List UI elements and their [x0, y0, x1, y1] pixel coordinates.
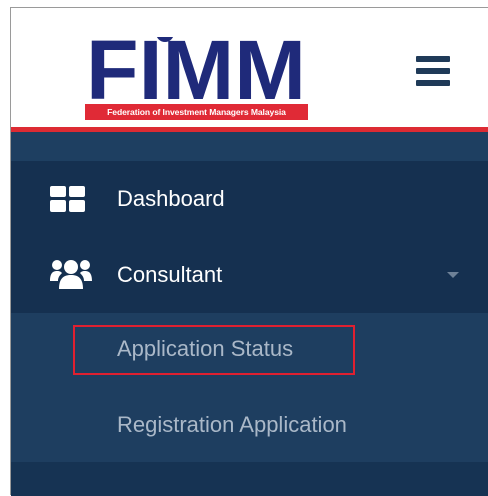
- hamburger-menu-icon[interactable]: [416, 56, 450, 86]
- sidebar-item-label: Dashboard: [117, 186, 225, 211]
- sidebar-item-consultant[interactable]: Consultant: [11, 237, 488, 313]
- caret-down-icon[interactable]: [447, 272, 459, 278]
- sidebar-item-label: Consultant: [117, 262, 223, 287]
- sidebar-nav: Dashboard Consultant Application Status …: [11, 132, 488, 496]
- submenu-item-application-status[interactable]: Application Status: [11, 313, 488, 385]
- users-group-icon: [50, 260, 92, 289]
- sidebar-item-dashboard[interactable]: Dashboard: [11, 161, 488, 237]
- fimm-logo[interactable]: FIMM Federation of Investment Managers M…: [85, 16, 308, 124]
- sidebar-spacer: [11, 132, 488, 161]
- sidebar-bottom-strip: [11, 462, 488, 496]
- consultant-submenu: Application Status Registration Applicat…: [11, 313, 488, 475]
- submenu-item-label: Registration Application: [117, 412, 347, 437]
- submenu-item-registration-application[interactable]: Registration Application: [11, 389, 488, 461]
- submenu-item-label: Application Status: [117, 336, 294, 361]
- logo-wordmark: FIMM: [86, 37, 306, 103]
- dashboard-grid-icon: [50, 186, 85, 212]
- header: FIMM Federation of Investment Managers M…: [11, 8, 488, 127]
- logo-tagline: Federation of Investment Managers Malays…: [85, 104, 308, 120]
- app-frame: FIMM Federation of Investment Managers M…: [10, 7, 488, 496]
- logo-word-text: FIMM: [86, 37, 306, 103]
